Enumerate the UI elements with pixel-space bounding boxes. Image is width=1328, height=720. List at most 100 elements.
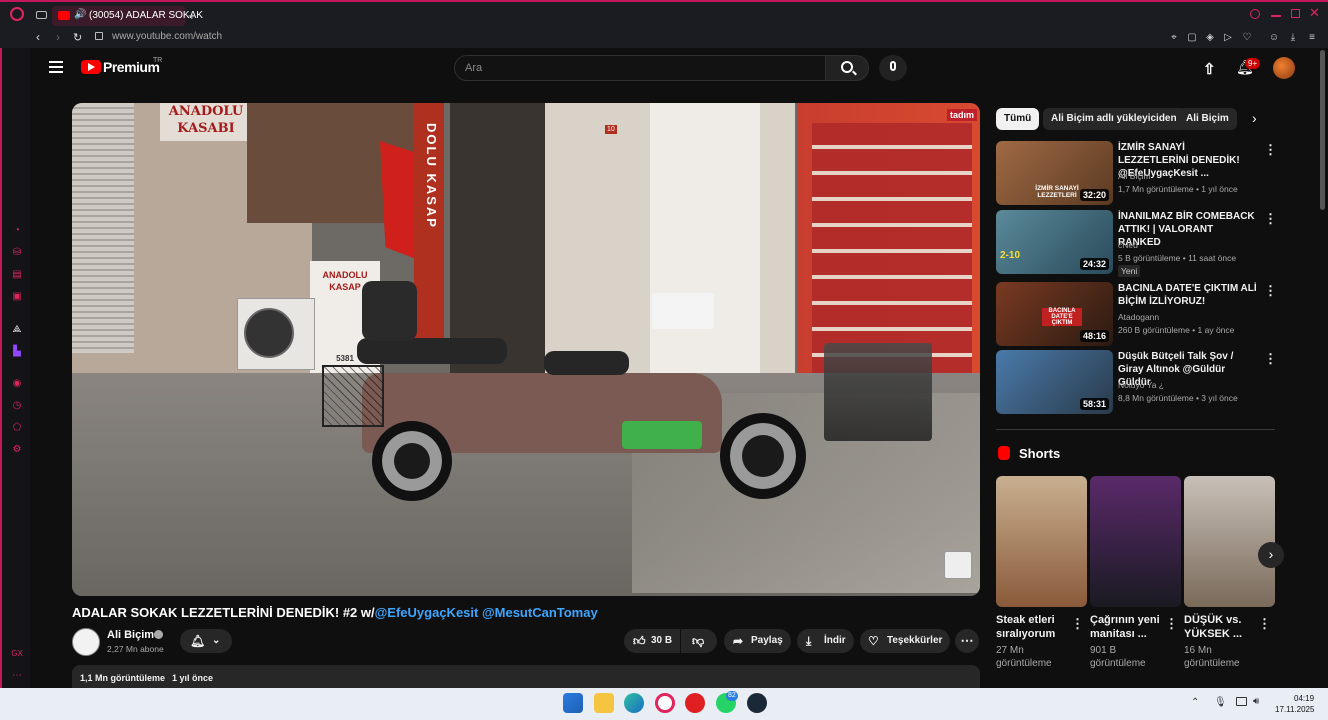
recommendation-title[interactable]: BACINLA DATE'E ÇIKTIM ALİ BİÇİM İZLİYORU…: [1118, 282, 1258, 308]
more-options-icon[interactable]: ⋮: [1258, 616, 1271, 632]
more-options-icon[interactable]: ⋮: [1264, 284, 1277, 297]
short-title[interactable]: DÜŞÜK vs. YÜKSEK ...: [1184, 613, 1264, 641]
play-icon[interactable]: ▷: [1222, 32, 1234, 44]
opera-gx-icon[interactable]: [655, 693, 675, 713]
download-button[interactable]: ⤓ İndir: [797, 629, 854, 653]
thanks-button[interactable]: ♡ Teşekkürler: [860, 629, 950, 653]
search-input[interactable]: Ara: [454, 55, 826, 81]
forward-icon[interactable]: ›: [56, 30, 60, 44]
snapshot-icon[interactable]: ▢: [1186, 32, 1198, 44]
share-button[interactable]: ➦ Paylaş: [724, 629, 791, 653]
tab-switcher-icon[interactable]: [36, 11, 47, 19]
more-actions-button[interactable]: ⋯: [955, 629, 979, 653]
speaker-icon[interactable]: 🔊: [74, 9, 86, 20]
steam-icon[interactable]: [747, 693, 767, 713]
feed-icon[interactable]: ⟁: [11, 324, 23, 336]
edge-icon[interactable]: [624, 693, 644, 713]
video-player[interactable]: ANADOLU KASABI DOLU KASAP 10 tadım ANADO…: [72, 103, 980, 596]
more-options-icon[interactable]: ⋮: [1165, 616, 1178, 632]
like-button[interactable]: 👍︎ 30 B: [624, 629, 680, 653]
more-options-icon[interactable]: ⋮: [1264, 352, 1277, 365]
mail-icon[interactable]: ▣: [11, 291, 23, 303]
twitch-icon[interactable]: ▙: [11, 346, 23, 358]
chips-next-icon[interactable]: ›: [1252, 110, 1257, 126]
channel-watermark-icon[interactable]: [944, 551, 972, 579]
short-title[interactable]: Çağrının yeni manitası ...: [1090, 613, 1170, 641]
recommendation-thumbnail[interactable]: 2-10 24:32: [996, 210, 1113, 274]
shield-icon[interactable]: ◈: [1204, 32, 1216, 44]
messenger-icon[interactable]: ▤: [11, 269, 23, 281]
aria-icon[interactable]: ◔: [11, 225, 23, 237]
channel-avatar[interactable]: [72, 628, 100, 656]
short-title[interactable]: Steak etleri sıralıyorum: [996, 613, 1076, 641]
page-scrollbar[interactable]: [1320, 50, 1325, 210]
recommendation-thumbnail[interactable]: BACINLA DATE'E ÇIKTIM 48:16: [996, 282, 1113, 346]
url-field[interactable]: www.youtube.com/watch: [112, 31, 222, 42]
recommendation-item[interactable]: İZMİR SANAYİ LEZZETLERİ 32:20 İZMİR SANA…: [996, 141, 1277, 207]
recommendation-item[interactable]: BACINLA DATE'E ÇIKTIM 48:16 BACINLA DATE…: [996, 282, 1277, 348]
recommendation-channel[interactable]: Atadogann: [1118, 311, 1159, 323]
description-box[interactable]: 1,1 Mn görüntüleme 1 yıl önce: [72, 665, 980, 688]
dislike-button[interactable]: 👎︎: [681, 629, 717, 653]
recommendation-channel[interactable]: Ali Biçim: [1118, 170, 1151, 182]
mention-link-1[interactable]: @EfeUygaçKesit: [375, 605, 479, 620]
heart-icon[interactable]: ♡: [1241, 32, 1253, 44]
more-options-icon[interactable]: ⋮: [1264, 143, 1277, 156]
clock-time[interactable]: 04:19: [1294, 694, 1314, 703]
more-icon[interactable]: ⋯: [11, 670, 23, 682]
display-tray-icon[interactable]: [1236, 697, 1247, 706]
file-explorer-icon[interactable]: [594, 693, 614, 713]
recommendation-thumbnail[interactable]: 58:31: [996, 350, 1113, 414]
short-thumbnail[interactable]: [1090, 476, 1181, 607]
recommendation-title[interactable]: İNANILMAZ BİR COMEBACK ATTIK! | VALORANT…: [1118, 210, 1258, 249]
voice-search-button[interactable]: [879, 55, 907, 81]
mic-tray-icon[interactable]: 🎙︎: [1214, 697, 1227, 708]
reload-icon[interactable]: ↻: [73, 31, 82, 44]
minimize-button[interactable]: [1271, 15, 1281, 17]
profile-icon[interactable]: ☺: [1268, 32, 1280, 44]
opera-logo-icon[interactable]: [10, 7, 24, 21]
recommendation-channel[interactable]: cNed: [1118, 239, 1138, 251]
subscription-bell-button[interactable]: 🔔︎ ⌄: [180, 629, 232, 653]
upload-icon[interactable]: ⇧: [1203, 60, 1216, 78]
volume-tray-icon[interactable]: 🔊︎: [1253, 696, 1259, 707]
channel-name[interactable]: Ali Biçim: [107, 629, 154, 641]
youtube-logo-icon[interactable]: [81, 60, 101, 74]
youtube-premium-wordmark[interactable]: Premium: [103, 59, 160, 75]
extensions-icon[interactable]: ⬠: [11, 422, 23, 434]
recommendation-item[interactable]: 58:31 Düşük Bütçeli Talk Şov / Giray Alt…: [996, 350, 1277, 416]
chip-all[interactable]: Tümü: [996, 108, 1040, 130]
active-tab[interactable]: 🔊 (30054) ADALAR SOKAK: [52, 6, 203, 26]
short-thumbnail[interactable]: [1184, 476, 1275, 607]
shorts-next-button[interactable]: ›: [1258, 542, 1284, 568]
recommendation-channel[interactable]: Noluyo Ya ¿: [1118, 379, 1164, 391]
recommendation-thumbnail[interactable]: İZMİR SANAYİ LEZZETLERİ 32:20: [996, 141, 1113, 205]
recommendation-item[interactable]: 2-10 24:32 İNANILMAZ BİR COMEBACK ATTIK!…: [996, 210, 1277, 277]
close-window-button[interactable]: ✕: [1309, 5, 1320, 21]
clock-date[interactable]: 17.11.2025: [1275, 705, 1314, 714]
more-options-icon[interactable]: ⋮: [1071, 616, 1084, 632]
download-icon[interactable]: ⤓: [1287, 32, 1299, 44]
chip-from-uploader[interactable]: Ali Biçim adlı yükleyiciden: [1043, 108, 1185, 130]
gx-icon[interactable]: GX: [11, 648, 23, 660]
search-tabs-icon[interactable]: [1250, 9, 1260, 19]
maximize-button[interactable]: [1291, 9, 1300, 18]
more-options-icon[interactable]: ⋮: [1264, 212, 1277, 225]
chip-channel[interactable]: Ali Biçim: [1178, 108, 1237, 130]
search-button[interactable]: [825, 55, 869, 81]
youtube-music-icon[interactable]: [685, 693, 705, 713]
mention-link-2[interactable]: @MesutCanTomay: [482, 605, 598, 620]
hamburger-menu-icon[interactable]: [49, 61, 63, 73]
player-icon[interactable]: ◉: [11, 378, 23, 390]
history-icon[interactable]: ◷: [11, 400, 23, 412]
crypto-wallet-icon[interactable]: ⛁: [11, 247, 23, 259]
settings-icon[interactable]: ⚙: [11, 444, 23, 456]
pin-icon[interactable]: ⌖: [1168, 32, 1180, 44]
back-icon[interactable]: ‹: [36, 30, 40, 44]
new-tab-button[interactable]: +: [188, 8, 196, 23]
start-button-icon[interactable]: [563, 693, 583, 713]
tray-chevron-icon[interactable]: ⌃: [1191, 697, 1199, 708]
menu-icon[interactable]: ≡: [1306, 32, 1318, 44]
short-thumbnail[interactable]: [996, 476, 1087, 607]
user-avatar[interactable]: [1273, 57, 1295, 79]
